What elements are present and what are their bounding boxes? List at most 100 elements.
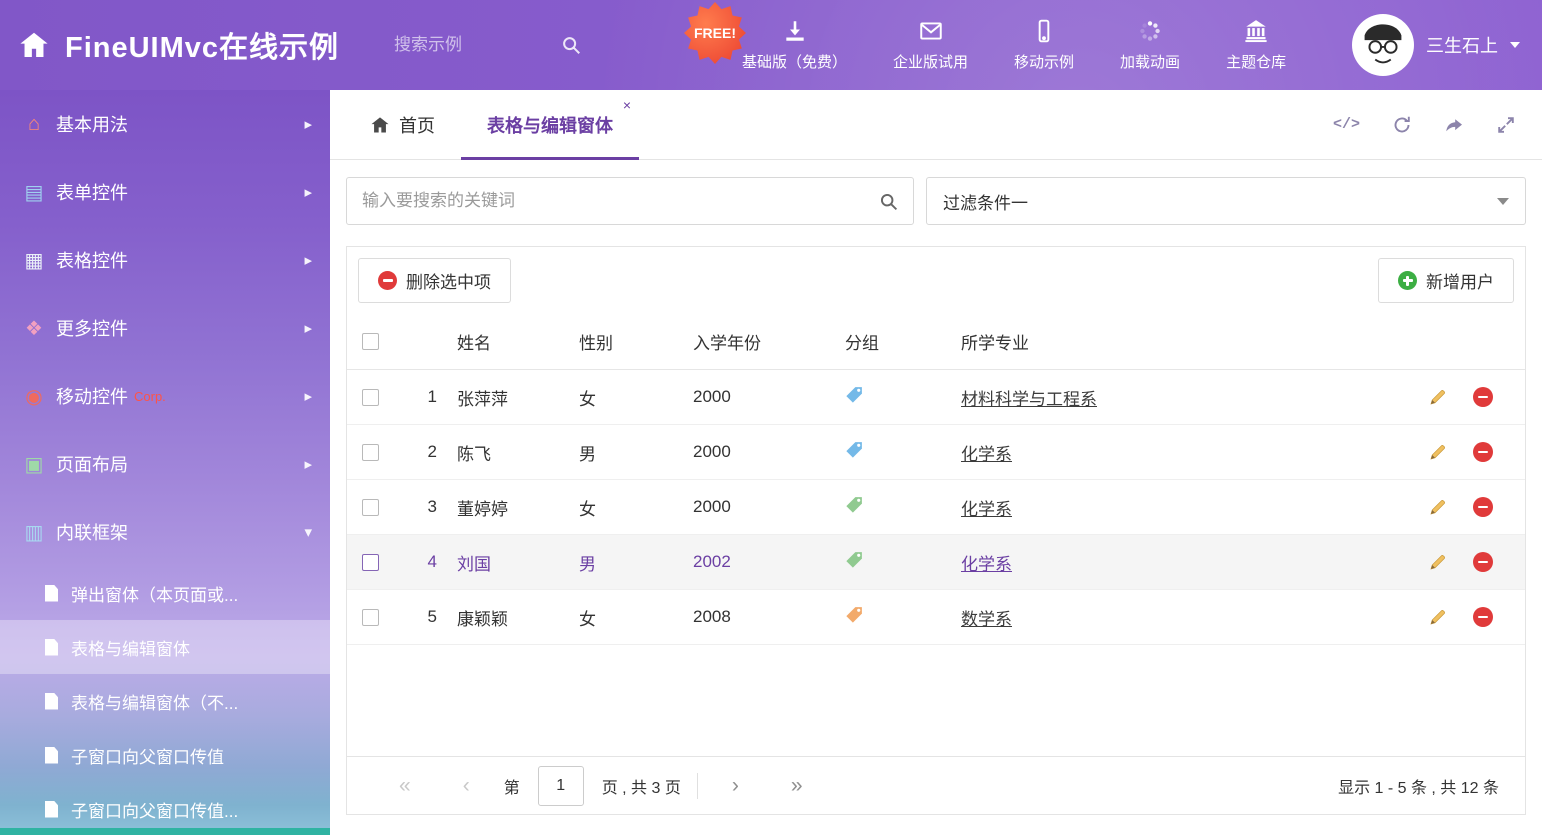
- brand: FineUIMvc在线示例: [0, 24, 392, 66]
- major-link[interactable]: 化学系: [961, 500, 1012, 519]
- row-checkbox[interactable]: [362, 389, 379, 406]
- edit-icon[interactable]: [1429, 443, 1447, 461]
- delete-icon[interactable]: [1473, 497, 1493, 517]
- sidebar-subitem[interactable]: 弹出窗体（本页面或...: [0, 566, 330, 620]
- pagination-last-button[interactable]: »: [765, 775, 829, 796]
- tab-grid-edit-window[interactable]: 表格与编辑窗体 ×: [461, 90, 639, 159]
- free-badge[interactable]: FREE!: [684, 2, 746, 64]
- sidebar-item[interactable]: ◉ 移动控件 Corp. ▸: [0, 362, 330, 430]
- username: 三生石上: [1426, 32, 1498, 58]
- tab-tools: </>: [1333, 90, 1528, 159]
- edit-icon[interactable]: [1429, 388, 1447, 406]
- filter-dropdown[interactable]: 过滤条件一: [926, 177, 1526, 225]
- nav-mobile-demo[interactable]: 移动示例: [1014, 18, 1074, 72]
- home-icon: [370, 115, 390, 135]
- chevron-right-icon: ▸: [304, 183, 312, 201]
- select-all-checkbox[interactable]: [362, 333, 379, 350]
- page-number-input[interactable]: [538, 766, 584, 806]
- edit-icon[interactable]: [1429, 608, 1447, 626]
- header-search-input[interactable]: [392, 34, 532, 56]
- row-checkbox[interactable]: [362, 609, 379, 626]
- delete-icon[interactable]: [1473, 442, 1493, 462]
- grid-toolbar: 删除选中项 新增用户: [347, 247, 1525, 314]
- code-icon[interactable]: </>: [1333, 116, 1360, 133]
- nav-theme-store[interactable]: 主题仓库: [1226, 18, 1286, 72]
- close-icon[interactable]: ×: [623, 98, 631, 112]
- major-link[interactable]: 化学系: [961, 445, 1012, 464]
- sidebar-item[interactable]: ▥ 内联框架 ▾: [0, 498, 330, 566]
- column-header-group[interactable]: 分组: [845, 329, 961, 354]
- sidebar-item[interactable]: ❖ 更多控件 ▸: [0, 294, 330, 362]
- table-row[interactable]: 2 陈飞 男 2000 化学系: [347, 425, 1525, 480]
- share-icon[interactable]: [1444, 115, 1464, 135]
- header-nav: 基础版（免费） 企业版试用 移动示例 加载动画 主题仓库: [742, 18, 1286, 72]
- delete-icon[interactable]: [1473, 552, 1493, 572]
- file-icon: [45, 639, 58, 656]
- row-number: 4: [409, 552, 457, 572]
- cell-year: 2002: [693, 552, 845, 572]
- pagination-summary: 显示 1 - 5 条 , 共 12 条: [1338, 774, 1499, 798]
- tag-icon: [845, 386, 863, 404]
- table-icon: ▦: [20, 248, 48, 273]
- header-search: [392, 34, 610, 56]
- refresh-icon[interactable]: [1392, 115, 1412, 135]
- tab-home[interactable]: 首页: [344, 90, 461, 159]
- sidebar: ⌂ 基本用法 ▸ ▤ 表单控件 ▸ ▦ 表格控件 ▸: [0, 90, 330, 835]
- search-icon[interactable]: [878, 191, 899, 212]
- chevron-right-icon: ▸: [304, 455, 312, 473]
- row-checkbox[interactable]: [362, 444, 379, 461]
- delete-selected-button[interactable]: 删除选中项: [358, 258, 511, 303]
- spinner-icon: [1137, 18, 1163, 44]
- app-title: FineUIMvc在线示例: [65, 24, 339, 66]
- user-menu[interactable]: 三生石上: [1352, 14, 1542, 76]
- form-icon: ▤: [20, 180, 48, 205]
- sidebar-subitem[interactable]: 表格与编辑窗体: [0, 620, 330, 674]
- file-icon: [45, 693, 58, 710]
- column-header-name[interactable]: 姓名: [457, 329, 579, 354]
- mobile-icon: [1031, 18, 1057, 44]
- delete-icon[interactable]: [1473, 387, 1493, 407]
- fullscreen-icon[interactable]: [1496, 115, 1516, 135]
- tab-bar: 首页 表格与编辑窗体 × </>: [330, 90, 1542, 160]
- column-header-gender[interactable]: 性别: [579, 329, 693, 354]
- cell-name: 张萍萍: [457, 385, 579, 410]
- pagination-prev-button[interactable]: ‹: [437, 775, 496, 796]
- column-header-year[interactable]: 入学年份: [693, 329, 845, 354]
- keyword-search-input[interactable]: [347, 178, 913, 224]
- app-root: FineUIMvc在线示例 FREE! 基础版（免费） 企业版试用 移动示例 加…: [0, 0, 1542, 835]
- grid-panel: 删除选中项 新增用户 姓名 性别 入学年份 分组 所学专业: [346, 246, 1526, 815]
- pagination-next-button[interactable]: ›: [706, 775, 765, 796]
- pagination-first-button[interactable]: «: [373, 775, 437, 796]
- pagination-divider: [697, 773, 698, 799]
- row-number: 3: [409, 497, 457, 517]
- nav-basic-edition[interactable]: 基础版（免费）: [742, 18, 847, 72]
- table-row[interactable]: 3 董婷婷 女 2000 化学系: [347, 480, 1525, 535]
- main-content: 首页 表格与编辑窗体 × </>: [330, 90, 1542, 835]
- delete-icon[interactable]: [1473, 607, 1493, 627]
- table-row[interactable]: 4 刘国 男 2002 化学系: [347, 535, 1525, 590]
- edit-icon[interactable]: [1429, 553, 1447, 571]
- sidebar-subitem[interactable]: 子窗口向父窗口传值: [0, 728, 330, 782]
- sidebar-item[interactable]: ▣ 页面布局 ▸: [0, 430, 330, 498]
- row-checkbox[interactable]: [362, 499, 379, 516]
- nav-loading-animation[interactable]: 加载动画: [1120, 18, 1180, 72]
- edit-icon[interactable]: [1429, 498, 1447, 516]
- table-row[interactable]: 1 张萍萍 女 2000 材料科学与工程系: [347, 370, 1525, 425]
- major-link[interactable]: 材料科学与工程系: [961, 390, 1097, 409]
- row-checkbox[interactable]: [362, 554, 379, 571]
- sidebar-item[interactable]: ▦ 表格控件 ▸: [0, 226, 330, 294]
- nav-enterprise-trial[interactable]: 企业版试用: [893, 18, 968, 72]
- sidebar-subitem[interactable]: 表格与编辑窗体（不...: [0, 674, 330, 728]
- search-icon: [560, 34, 582, 56]
- sidebar-item[interactable]: ⌂ 基本用法 ▸: [0, 90, 330, 158]
- major-link[interactable]: 化学系: [961, 555, 1012, 574]
- add-user-button[interactable]: 新增用户: [1378, 258, 1514, 303]
- file-icon: [45, 747, 58, 764]
- sidebar-item[interactable]: ▤ 表单控件 ▸: [0, 158, 330, 226]
- major-link[interactable]: 数学系: [961, 610, 1012, 629]
- column-header-major[interactable]: 所学专业: [961, 329, 1413, 354]
- table-row[interactable]: 5 康颖颖 女 2008 数学系: [347, 590, 1525, 645]
- cell-name: 刘国: [457, 550, 579, 575]
- table-body: 1 张萍萍 女 2000 材料科学与工程系: [347, 370, 1525, 645]
- row-number: 5: [409, 607, 457, 627]
